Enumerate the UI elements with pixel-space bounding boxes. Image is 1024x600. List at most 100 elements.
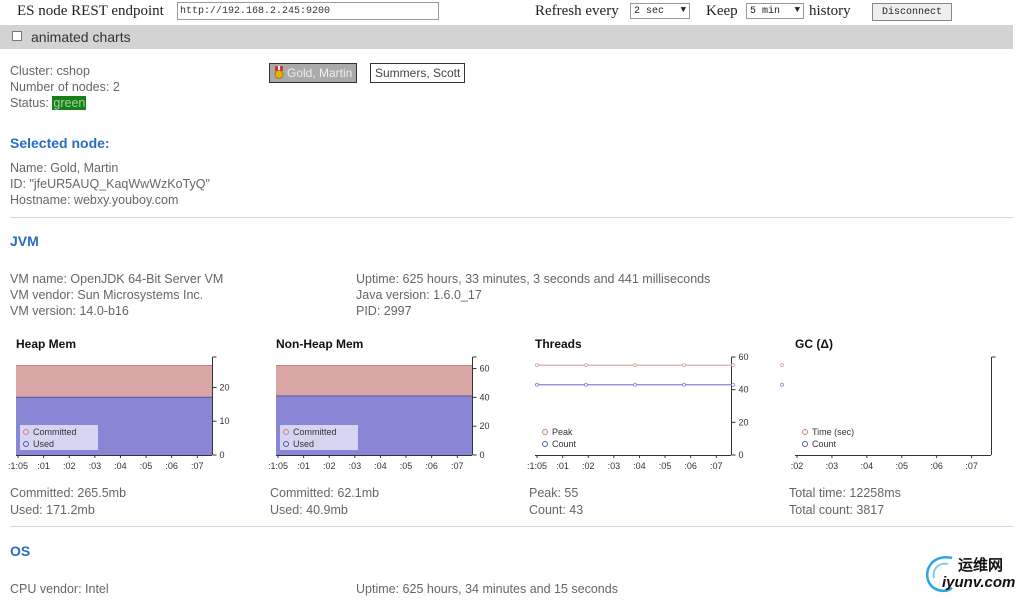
y-tick-label: 20 [220, 382, 230, 392]
jvm-heading: JVM [10, 233, 39, 249]
x-tick-label: :01 [297, 461, 310, 471]
cluster-name: Cluster: cshop [10, 64, 90, 78]
x-tick-label: :1:05 [527, 461, 547, 471]
refresh-select-value: 2 sec [634, 6, 665, 17]
chart-title: Threads [535, 337, 582, 351]
x-tick-label: :06 [684, 461, 697, 471]
x-tick-label: :06 [425, 461, 438, 471]
chart-title: GC (Δ) [795, 337, 833, 351]
gc-total-count: Total count: 3817 [789, 503, 885, 517]
x-tick-label: :02 [323, 461, 336, 471]
data-point [780, 363, 784, 368]
selected-node-heading: Selected node: [10, 135, 110, 151]
x-tick-label: :07 [451, 461, 464, 471]
x-tick-label: :07 [965, 461, 978, 471]
legend-label: Committed [293, 427, 337, 437]
x-tick-label: :05 [896, 461, 909, 471]
legend-label: Time (sec) [812, 427, 854, 437]
data-point [731, 382, 735, 387]
medal-icon [274, 66, 284, 79]
heap-mem-plot: :1:05:01:02:03:04:05:06:07 0 10 20 Committed… [8, 356, 230, 471]
refresh-label: Refresh every [535, 3, 619, 19]
data-point [584, 363, 588, 368]
refresh-select[interactable]: 2 sec ▼ [630, 3, 690, 19]
keep-label: Keep [706, 3, 738, 19]
endpoint-input[interactable] [177, 2, 439, 20]
data-point [535, 363, 539, 368]
heap-committed: Committed: 265.5mb [10, 486, 127, 500]
x-tick-label: :1:05 [8, 461, 28, 471]
y-tick-label: 60 [739, 352, 749, 362]
heap-used: Used: 171.2mb [10, 503, 95, 517]
x-tick-label: :02 [791, 461, 804, 471]
data-point [535, 382, 539, 387]
data-point [682, 363, 686, 368]
x-tick-label: :07 [191, 461, 204, 471]
history-label: history [809, 3, 851, 19]
legend-label: Peak [552, 427, 573, 437]
status-label: Status: [10, 96, 53, 110]
data-point [633, 382, 637, 387]
x-tick-label: :05 [659, 461, 672, 471]
y-tick-label: 40 [739, 385, 749, 395]
y-tick-label: 40 [480, 392, 490, 402]
legend-label: Used [33, 439, 54, 449]
y-tick-label: 10 [220, 416, 230, 426]
jvm-uptime: Uptime: 625 hours, 33 minutes, 3 seconds… [356, 272, 711, 286]
legend-box [539, 425, 617, 450]
watermark-line2: iyunv.com [942, 574, 1016, 591]
x-tick-label: :04 [861, 461, 874, 471]
node-button-gold-martin[interactable]: Gold, Martin [269, 63, 358, 83]
y-tick-label: 60 [480, 364, 490, 374]
x-tick-label: :03 [826, 461, 839, 471]
chart-legend: Time (sec) Count [799, 425, 877, 450]
x-tick-label: :03 [89, 461, 102, 471]
animated-charts-checkbox[interactable] [12, 31, 22, 41]
x-tick-label: :03 [349, 461, 362, 471]
data-point [682, 382, 686, 387]
nonheap-used: Used: 40.9mb [270, 503, 348, 517]
animated-charts-label[interactable]: animated charts [31, 29, 131, 45]
nonheap-committed: Committed: 62.1mb [270, 486, 380, 500]
x-tick-label: :04 [114, 461, 127, 471]
x-tick-label: :07 [710, 461, 723, 471]
x-tick-label: :04 [633, 461, 646, 471]
x-tick-label: :01 [37, 461, 50, 471]
x-tick-label: :1:05 [268, 461, 288, 471]
disconnect-button[interactable]: Disconnect [872, 3, 952, 21]
chevron-down-icon: ▼ [680, 5, 686, 15]
data-point [584, 382, 588, 387]
chart-title: Non-Heap Mem [276, 337, 364, 351]
gc-total-time: Total time: 12258ms [789, 486, 901, 500]
vm-vendor: VM vendor: Sun Microsystems Inc. [10, 288, 204, 302]
x-tick-label: :01 [556, 461, 569, 471]
divider [10, 526, 1013, 527]
threads-peak: Peak: 55 [529, 486, 579, 500]
y-tick-label: 0 [739, 450, 744, 460]
chart-legend: Peak Count [539, 425, 617, 450]
vm-name: VM name: OpenJDK 64-Bit Server VM [10, 272, 224, 286]
keep-select[interactable]: 5 min ▼ [746, 3, 804, 19]
watermark-line1: 运维网 [958, 557, 1004, 574]
x-tick-label: :06 [930, 461, 943, 471]
data-point [780, 382, 784, 387]
node-button-summers-scott[interactable]: Summers, Scott [370, 63, 466, 83]
x-tick-label: :04 [374, 461, 387, 471]
java-version: Java version: 1.6.0_17 [356, 288, 482, 302]
cpu-vendor: CPU vendor: Intel [10, 582, 109, 596]
chevron-down-icon: ▼ [794, 5, 800, 15]
legend-label: Count [812, 439, 837, 449]
jvm-pid: PID: 2997 [356, 304, 412, 318]
threads-count: Count: 43 [529, 503, 584, 517]
legend-label: Used [293, 439, 314, 449]
node-name: Name: Gold, Martin [10, 161, 119, 175]
legend-label: Count [552, 439, 577, 449]
os-heading: OS [10, 543, 31, 559]
x-tick-label: :03 [608, 461, 621, 471]
y-tick-label: 0 [480, 450, 485, 460]
chart-legend: Committed Used [20, 425, 98, 450]
os-uptime: Uptime: 625 hours, 34 minutes and 15 sec… [356, 582, 618, 596]
data-point [731, 363, 735, 368]
node-hostname: Hostname: webxy.youboy.com [10, 193, 179, 207]
node-button-label: Summers, Scott [375, 66, 461, 80]
